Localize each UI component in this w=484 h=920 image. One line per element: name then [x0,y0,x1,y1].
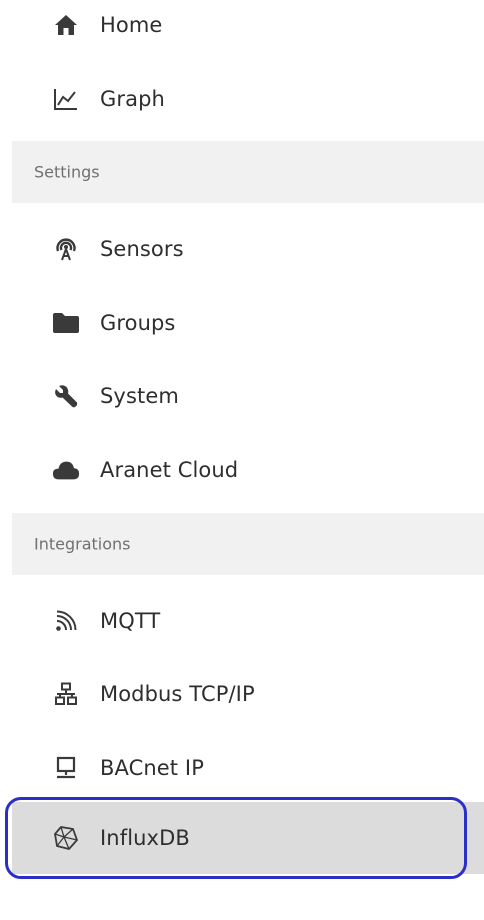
desktop-monitor-icon [52,754,80,782]
section-header-integrations: Integrations [12,513,484,575]
sidebar-item-home[interactable]: Home [12,0,484,55]
sidebar-item-bacnet[interactable]: BACnet IP [12,738,484,798]
sidebar-item-label: Aranet Cloud [100,458,239,482]
home-icon [52,11,80,39]
sensor-signal-icon [52,235,80,263]
sidebar-item-groups[interactable]: Groups [12,293,484,353]
sidebar-item-label: Home [100,13,163,37]
sidebar-item-graph[interactable]: Graph [12,69,484,129]
cloud-icon [52,456,80,484]
sidebar-item-label: InfluxDB [100,826,190,850]
sidebar-item-sensors[interactable]: Sensors [12,219,484,279]
sidebar-item-aranet-cloud[interactable]: Aranet Cloud [12,440,484,500]
sidebar-item-label: BACnet IP [100,756,204,780]
graph-icon [52,85,80,113]
folder-icon [52,309,80,337]
network-icon [52,680,80,708]
sidebar-item-label: Sensors [100,237,184,261]
sidebar-item-modbus[interactable]: Modbus TCP/IP [12,664,484,724]
sidebar-item-label: MQTT [100,609,161,633]
sidebar-item-label: Graph [100,87,165,111]
sidebar-item-system[interactable]: System [12,366,484,426]
influxdb-icon [52,824,80,852]
rss-feed-icon [52,607,80,635]
sidebar-item-mqtt[interactable]: MQTT [12,591,484,651]
sidebar-item-label: Groups [100,311,176,335]
section-header-settings: Settings [12,141,484,203]
section-title: Settings [34,162,100,182]
wrench-icon [52,382,80,410]
sidebar-item-label: Modbus TCP/IP [100,682,255,706]
sidebar-menu: Home Graph Settings Sensors Groups Syste… [0,0,484,920]
section-title: Integrations [34,534,131,554]
sidebar-item-influxdb[interactable]: InfluxDB [12,802,484,874]
sidebar-item-label: System [100,384,179,408]
